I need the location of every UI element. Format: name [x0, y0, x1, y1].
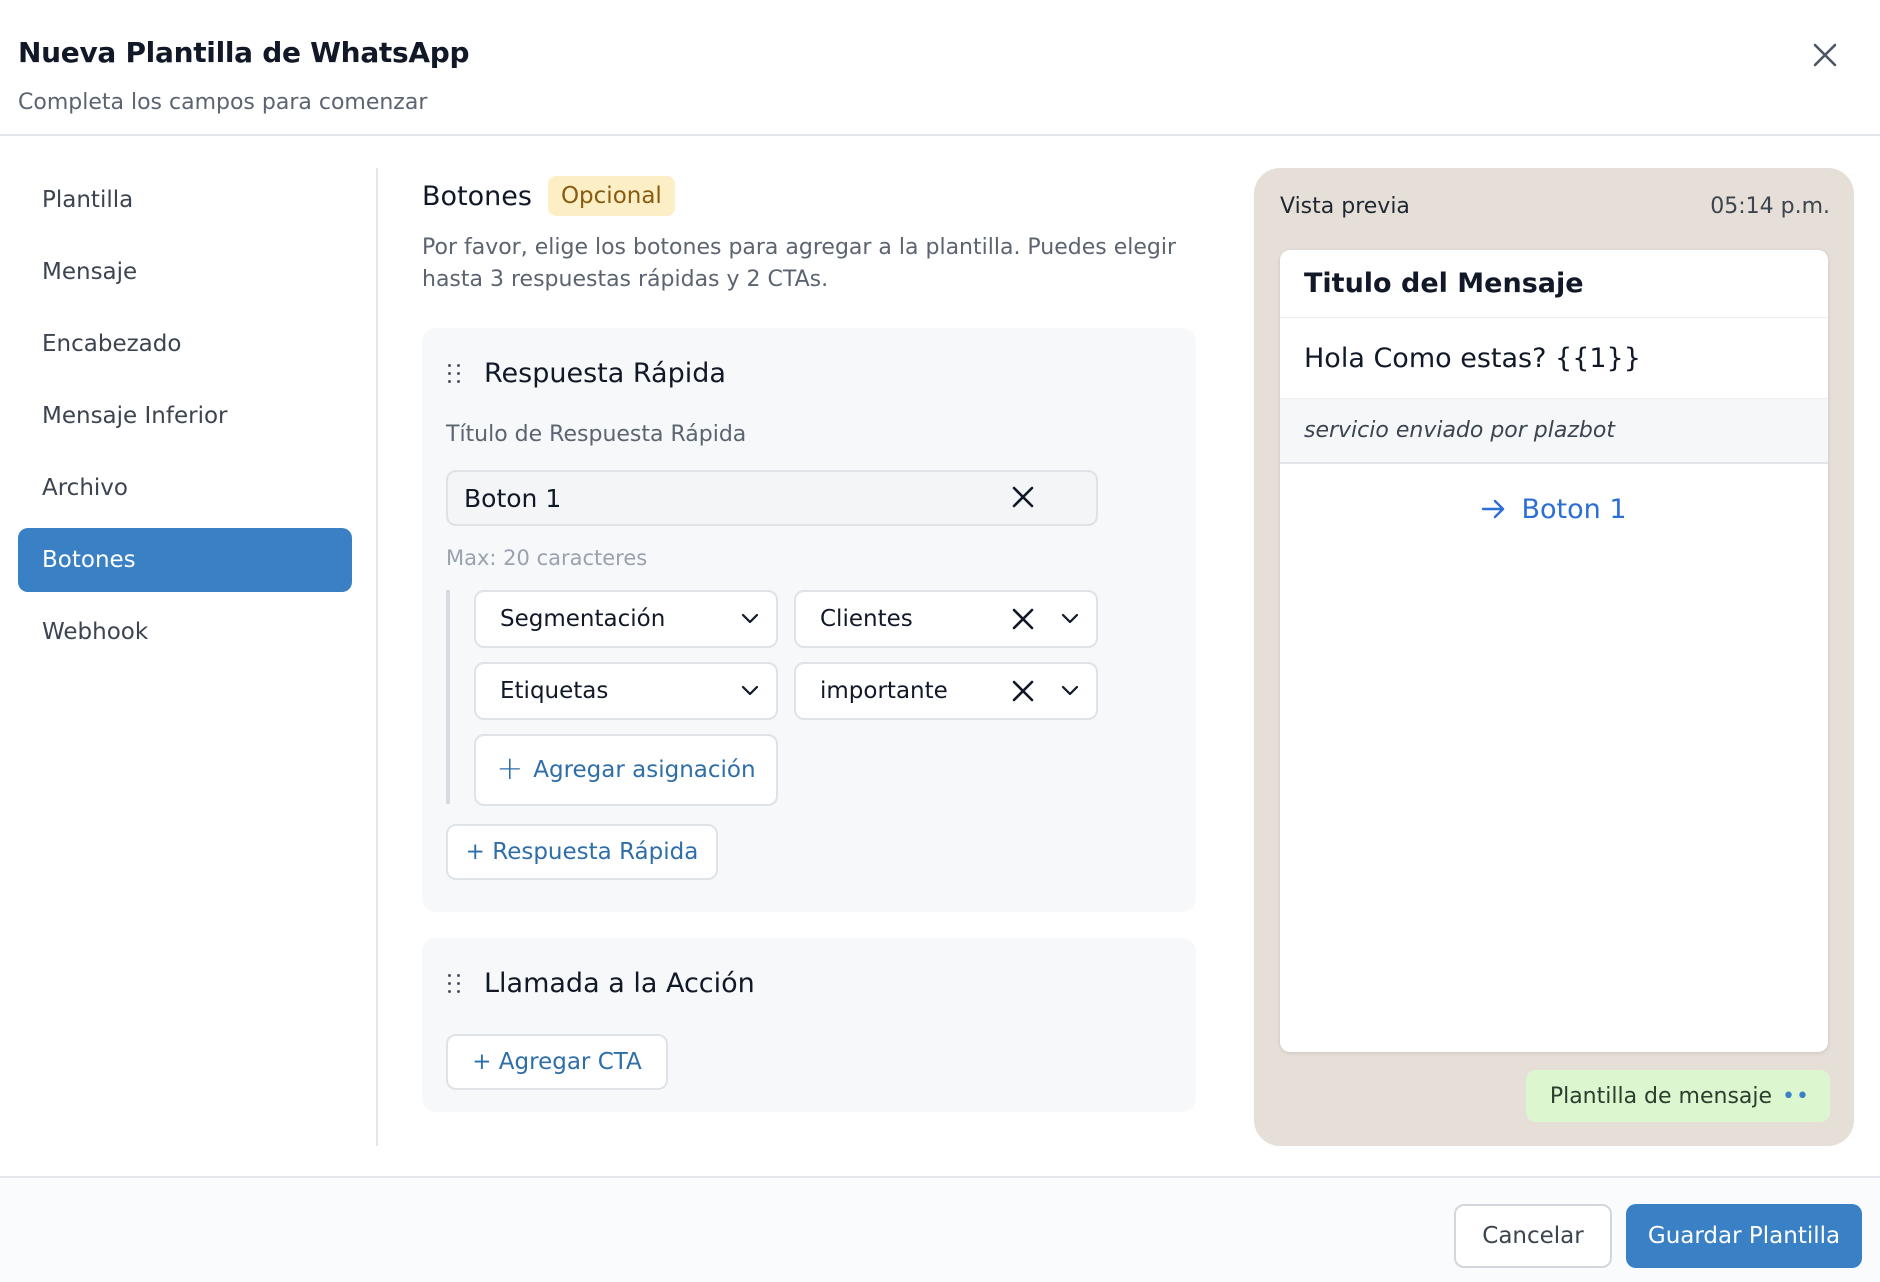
sidebar-divider [376, 168, 378, 1146]
preview-label: Vista previa [1280, 194, 1410, 219]
quick-reply-card: Respuesta Rápida Título de Respuesta Ráp… [422, 328, 1196, 912]
assignment-type-select[interactable]: Segmentación [474, 590, 778, 648]
sidebar-item-archivo[interactable]: Archivo [18, 456, 352, 520]
sidebar-item-mensaje-inferior[interactable]: Mensaje Inferior [18, 384, 352, 448]
chevron-down-icon [741, 685, 759, 696]
main-content: Botones Opcional Por favor, elige los bo… [422, 168, 1196, 1112]
cta-title: Llamada a la Acción [484, 968, 755, 999]
sidebar-item-mensaje[interactable]: Mensaje [18, 240, 352, 304]
remove-assignment-icon[interactable] [1010, 678, 1036, 704]
sidebar-item-label: Webhook [42, 619, 149, 645]
dialog-footer: Cancelar Guardar Plantilla [0, 1176, 1880, 1282]
chevron-down-icon [1061, 613, 1079, 624]
chevron-down-icon [741, 613, 759, 624]
chevron-down-icon [1061, 685, 1079, 696]
sidebar-item-botones[interactable]: Botones [18, 528, 352, 592]
cta-card: Llamada a la Acción + Agregar CTA [422, 938, 1196, 1112]
drag-handle-icon[interactable] [444, 972, 466, 996]
plus-icon: + [496, 749, 524, 787]
remove-assignment-icon[interactable] [1010, 606, 1036, 632]
save-template-button[interactable]: Guardar Plantilla [1626, 1204, 1862, 1268]
remove-quick-reply-icon[interactable] [1010, 484, 1036, 510]
char-limit-hint: Max: 20 caracteres [446, 546, 648, 570]
optional-badge: Opcional [547, 176, 675, 216]
message-bubble: Titulo del Mensaje Hola Como estas? {{1}… [1280, 250, 1828, 1052]
sidebar-item-plantilla[interactable]: Plantilla [18, 168, 352, 232]
add-assignment-label: Agregar asignación [533, 757, 756, 783]
sidebar-item-label: Mensaje Inferior [42, 403, 228, 429]
assignment-value-select[interactable]: importante [794, 662, 1098, 720]
template-tag-label: Plantilla de mensaje [1549, 1083, 1773, 1109]
sidebar-item-label: Encabezado [42, 331, 182, 357]
dialog-title: Nueva Plantilla de WhatsApp [18, 36, 470, 69]
sidebar-item-encabezado[interactable]: Encabezado [18, 312, 352, 376]
assignment-type-value: Etiquetas [500, 678, 609, 704]
assignment-type-value: Segmentación [500, 606, 666, 632]
assignment-value-select[interactable]: Clientes [794, 590, 1098, 648]
dialog-subtitle: Completa los campos para comenzar [18, 90, 428, 115]
assignment-value: Clientes [820, 606, 913, 632]
quick-reply-title: Respuesta Rápida [484, 358, 726, 389]
sidebar-nav: Plantilla Mensaje Encabezado Mensaje Inf… [18, 168, 352, 672]
sidebar-item-label: Botones [42, 547, 136, 573]
add-cta-button[interactable]: + Agregar CTA [446, 1034, 668, 1090]
dialog-header: Nueva Plantilla de WhatsApp Completa los… [0, 0, 1880, 136]
message-body: Hola Como estas? {{1}} [1304, 342, 1641, 374]
section-title: Botones [422, 180, 532, 212]
preview-button-label: Boton 1 [1521, 493, 1627, 525]
section-description: Por favor, elige los botones para agrega… [422, 235, 1177, 292]
assignment-value: importante [820, 678, 948, 704]
add-quick-reply-button[interactable]: + Respuesta Rápida [446, 824, 718, 880]
arrow-right-icon [1482, 499, 1505, 519]
message-title: Titulo del Mensaje [1280, 250, 1828, 318]
preview-time: 05:14 p.m. [1710, 194, 1830, 219]
assignment-type-select[interactable]: Etiquetas [474, 662, 778, 720]
drag-handle-icon[interactable] [444, 362, 466, 386]
template-tag: Plantilla de mensaje •• [1525, 1070, 1830, 1122]
close-icon[interactable] [1808, 38, 1842, 72]
typing-dots-icon: •• [1782, 1083, 1810, 1109]
sidebar-item-label: Archivo [42, 475, 128, 501]
assignment-group-bar [446, 590, 450, 804]
quick-reply-title-input[interactable]: Boton 1 [446, 470, 1098, 526]
quick-reply-field-label: Título de Respuesta Rápida [446, 422, 747, 447]
sidebar-item-label: Mensaje [42, 259, 138, 285]
preview-quick-reply-button[interactable]: Boton 1 [1280, 464, 1828, 554]
cancel-button[interactable]: Cancelar [1454, 1204, 1612, 1268]
preview-panel: Vista previa 05:14 p.m. Titulo del Mensa… [1254, 168, 1854, 1146]
sidebar-item-webhook[interactable]: Webhook [18, 600, 352, 664]
sidebar-item-label: Plantilla [42, 187, 134, 213]
message-footer: servicio enviado por plazbot [1280, 398, 1828, 464]
add-assignment-button[interactable]: + Agregar asignación [474, 734, 778, 806]
